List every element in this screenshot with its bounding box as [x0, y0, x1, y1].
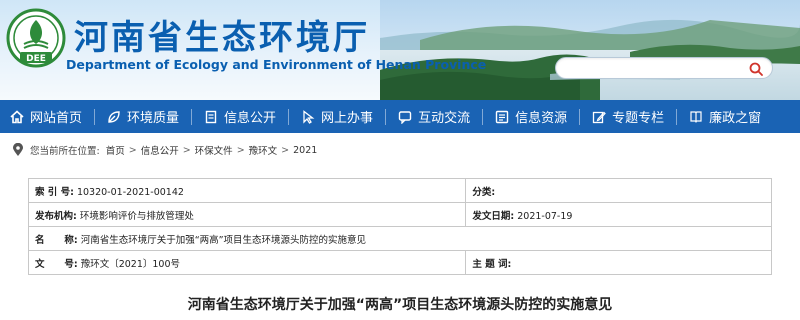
nav-item-online-services[interactable]: 网上办事 [289, 100, 373, 133]
breadcrumb-year[interactable]: 2021 [293, 145, 317, 156]
nav-item-info-disclosure[interactable]: 信息公开 [192, 100, 276, 133]
nav-item-home[interactable]: 网站首页 [0, 100, 82, 133]
nav-item-label: 网上办事 [321, 111, 374, 126]
logo-text: DEE [26, 54, 46, 64]
main-nav: 网站首页 环境质量 信息公开 网上办事 互动交流 信息资源 专题专栏 廉政之窗 [0, 100, 800, 133]
index-value: 10320-01-2021-00142 [76, 186, 184, 198]
home-icon [10, 109, 24, 123]
location-pin-icon [13, 143, 23, 156]
name-label: 名 称: [35, 234, 78, 246]
breadcrumb-home[interactable]: 首页 [106, 143, 125, 157]
table-row: 索 引 号: 10320-01-2021-00142 分类: [27, 178, 772, 203]
meta-cell: 名 称: 河南省生态环境厅关于加强“两高”项目生态环境源头防控的实施意见 [28, 226, 772, 251]
nav-item-interaction[interactable]: 互动交流 [386, 100, 470, 133]
index-label: 索 引 号: [35, 186, 74, 198]
meta-cell: 分类: [465, 178, 772, 203]
header-banner: DEE 河南省生态环境厅 Department of Ecology and E… [0, 0, 800, 100]
table-row: 发布机构: 环境影响评价与排放管理处 发文日期: 2021-07-19 [27, 202, 772, 227]
site-title-en: Department of Ecology and Environment of… [66, 57, 487, 72]
nav-item-info-resources[interactable]: 信息资源 [483, 100, 567, 133]
nav-item-label: 信息公开 [224, 111, 277, 126]
breadcrumb-prefix: 您当前所在位置: [30, 146, 100, 157]
breadcrumb: 您当前所在位置: 首页 > 信息公开 > 环保文件 > 豫环文 > 2021 [12, 141, 788, 159]
dee-logo: DEE [6, 8, 66, 68]
search-icon[interactable] [748, 61, 764, 77]
issuer-label: 发布机构: [35, 210, 77, 222]
breadcrumb-env-documents[interactable]: 环保文件 [195, 143, 233, 157]
site-title: 河南省生态环境厅 [74, 18, 370, 58]
table-row: 名 称: 河南省生态环境厅关于加强“两高”项目生态环境源头防控的实施意见 [28, 226, 772, 251]
issuer-value: 环境影响评价与排放管理处 [79, 210, 194, 222]
cursor-icon [303, 109, 315, 124]
nav-item-special-topics[interactable]: 专题专栏 [580, 100, 664, 133]
meta-cell: 发布机构: 环境影响评价与排放管理处 [27, 202, 467, 227]
book-icon [690, 110, 702, 123]
breadcrumb-separator: > [281, 144, 290, 156]
name-value: 河南省生态环境厅关于加强“两高”项目生态环境源头防控的实施意见 [80, 234, 367, 246]
meta-cell: 索 引 号: 10320-01-2021-00142 [27, 178, 467, 203]
subject-label: 主 题 词: [472, 258, 512, 270]
landscape-scenery [380, 0, 800, 100]
breadcrumb-yuhuanwen[interactable]: 豫环文 [249, 143, 278, 157]
nav-item-label: 互动交流 [418, 111, 471, 126]
nav-item-integrity-window[interactable]: 廉政之窗 [677, 100, 761, 133]
nav-item-label: 环境质量 [127, 111, 180, 126]
database-icon [495, 110, 509, 123]
nav-item-environment-quality[interactable]: 环境质量 [95, 100, 179, 133]
docno-value: 豫环文〔2021〕100号 [80, 258, 180, 270]
leaf-icon [108, 110, 120, 123]
meta-cell: 主 题 词: [465, 250, 772, 275]
nav-item-label: 专题专栏 [612, 111, 665, 126]
breadcrumb-separator: > [236, 144, 245, 156]
chat-icon [398, 110, 412, 124]
nav-item-label: 廉政之窗 [709, 111, 762, 126]
edit-icon [592, 111, 606, 123]
category-label: 分类: [472, 186, 496, 198]
breadcrumb-info-disclosure[interactable]: 信息公开 [141, 143, 179, 157]
meta-cell: 发文日期: 2021-07-19 [465, 202, 772, 227]
document-meta-table: 索 引 号: 10320-01-2021-00142 分类: 发布机构: 环境影… [27, 178, 772, 275]
meta-cell: 文 号: 豫环文〔2021〕100号 [27, 250, 467, 275]
search-box [555, 57, 773, 80]
date-label: 发文日期: [472, 210, 515, 222]
table-row: 文 号: 豫环文〔2021〕100号 主 题 词: [27, 250, 772, 275]
nav-item-label: 网站首页 [30, 111, 83, 126]
breadcrumb-separator: > [182, 144, 191, 156]
document-icon [205, 110, 217, 123]
search-input[interactable] [566, 59, 746, 80]
breadcrumb-separator: > [128, 144, 137, 156]
nav-item-label: 信息资源 [515, 111, 568, 126]
document-title: 河南省生态环境厅关于加强“两高”项目生态环境源头防控的实施意见 [187, 297, 613, 313]
docno-label: 文 号: [35, 258, 78, 270]
date-value: 2021-07-19 [517, 210, 573, 222]
